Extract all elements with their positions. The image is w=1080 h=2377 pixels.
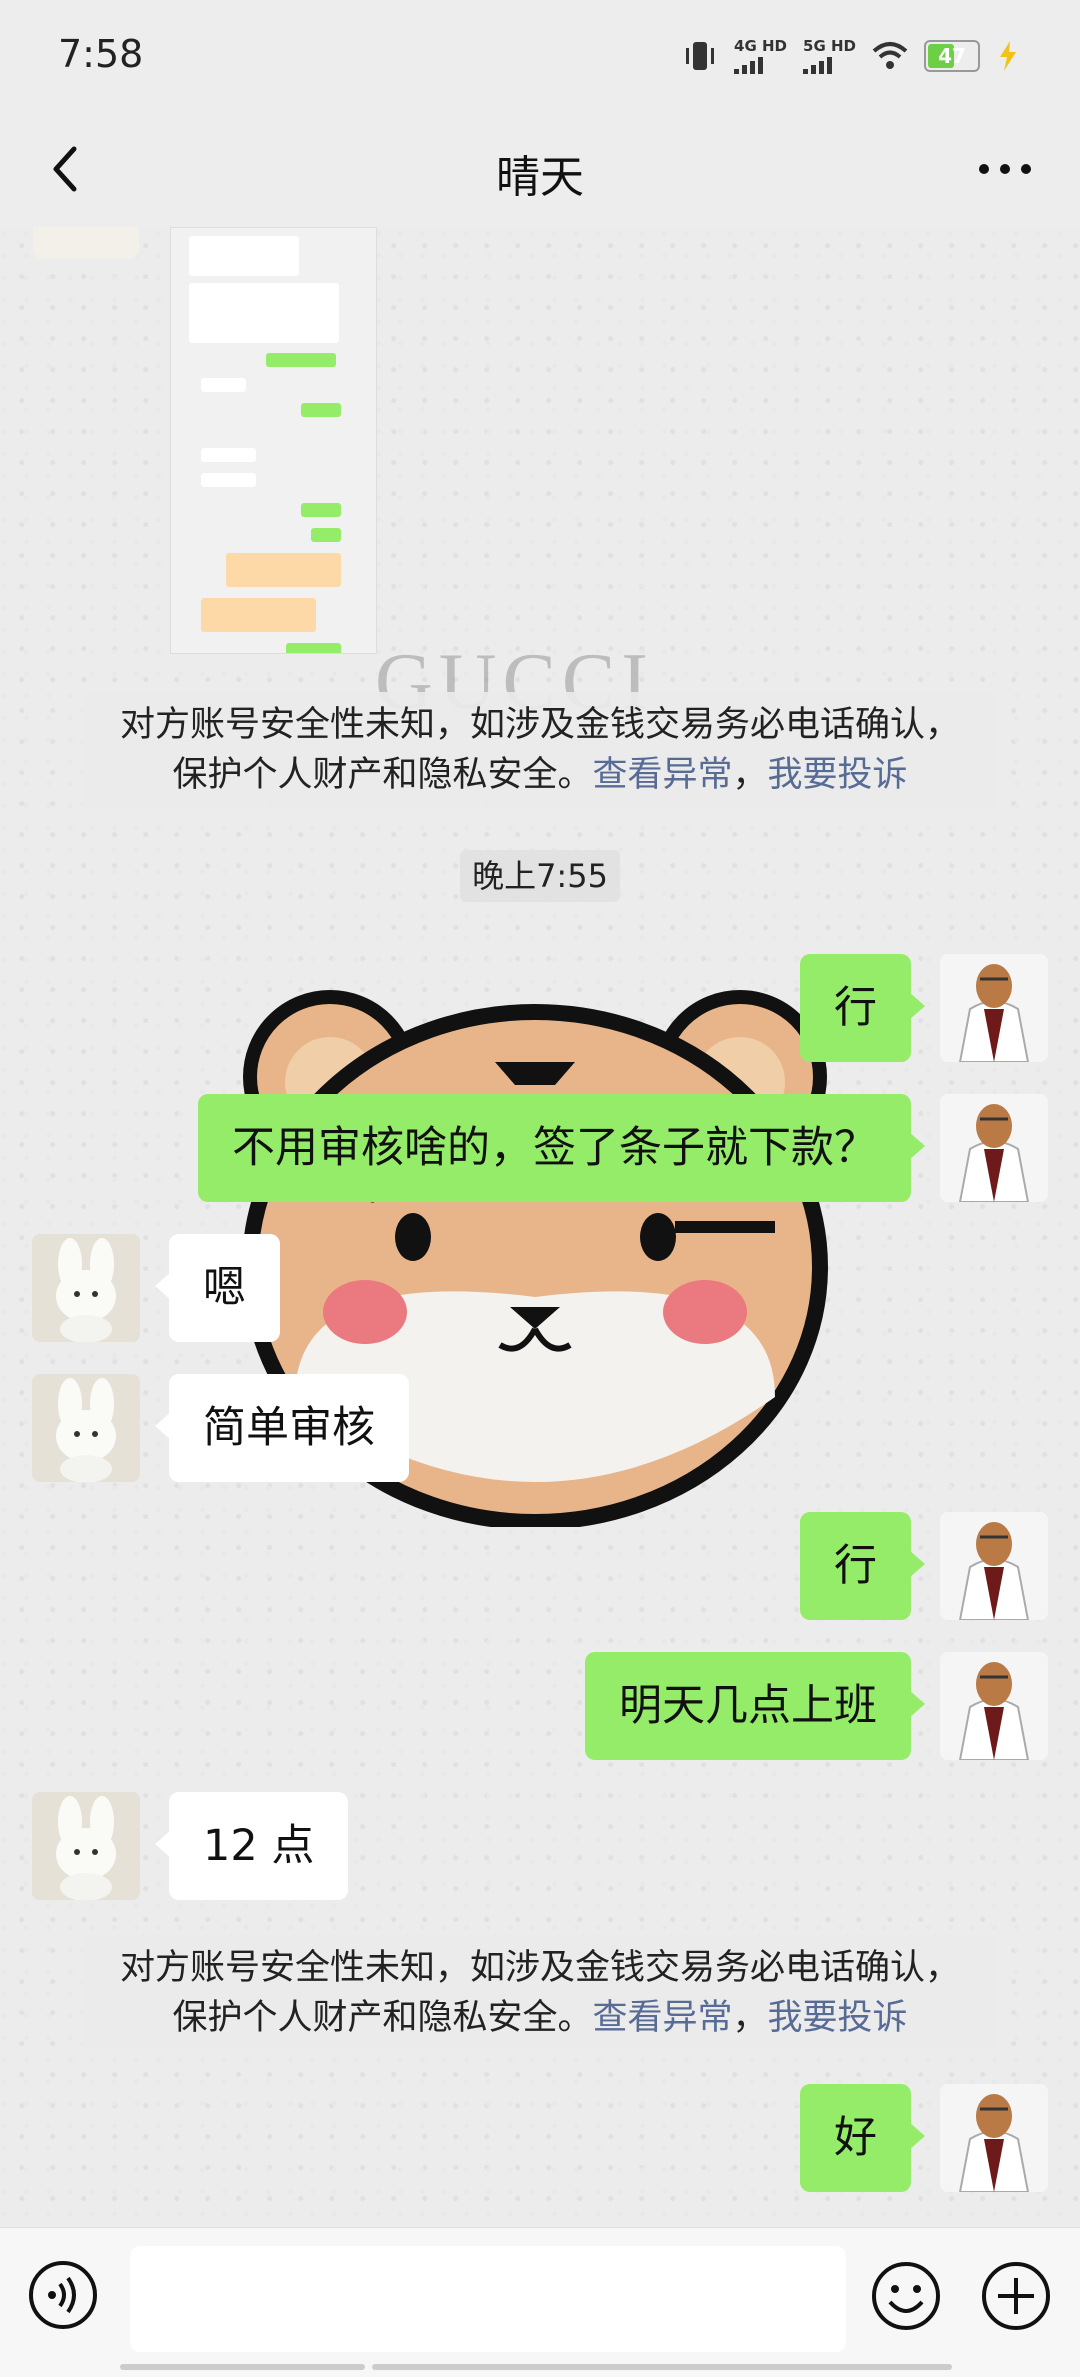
contact-avatar[interactable] [32, 1374, 140, 1482]
emoji-icon[interactable] [870, 2260, 942, 2332]
avatar-suit-icon [940, 1652, 1048, 1760]
message-input-bar [0, 2227, 1080, 2377]
status-bar: 7:58 4G HD 5G HD 47 [0, 0, 1080, 115]
more-options-icon[interactable] [970, 139, 1040, 199]
avatar-suit-icon [940, 954, 1048, 1062]
notice-line2: 保护个人财产和隐私安全。查看异常，我要投诉 [82, 750, 998, 800]
message-row: 嗯 [0, 1234, 1080, 1342]
status-icons: 4G HD 5G HD 47 [682, 34, 1020, 78]
message-row: 行 [0, 954, 1080, 1062]
message-bubble[interactable]: 行 [800, 954, 925, 1062]
message-row: 12 点 [0, 1792, 1080, 1900]
contact-avatar[interactable] [32, 1234, 140, 1342]
vibrate-icon [686, 42, 715, 70]
view-anomaly-link[interactable]: 查看异常 [592, 1998, 732, 2038]
notice-line1: 对方账号安全性未知，如涉及金钱交易务必电话确认， [119, 1948, 960, 1988]
avatar-bunny-icon [32, 1234, 140, 1342]
battery-icon: 47 [924, 40, 980, 72]
message-bubble[interactable]: 12 点 [154, 1792, 349, 1900]
shared-image[interactable] [170, 227, 377, 654]
wifi-icon [872, 42, 908, 69]
voice-input-icon[interactable] [28, 2260, 98, 2330]
message-timestamp: 晚上7:55 [460, 850, 620, 902]
notice-separator: ， [732, 1998, 768, 2038]
chat-header: 晴天 [0, 115, 1080, 227]
my-avatar[interactable] [940, 1512, 1048, 1620]
sim1-label: 4G HD [734, 37, 788, 55]
report-complaint-link[interactable]: 我要投诉 [768, 1998, 908, 2038]
signal-sim1: 4G HD [734, 38, 787, 74]
notice-separator: ， [732, 755, 768, 795]
notice-text2: 保护个人财产和隐私安全。 [172, 755, 593, 795]
report-complaint-link[interactable]: 我要投诉 [768, 755, 908, 795]
avatar-bunny-icon [32, 1792, 140, 1900]
home-indicator [120, 2364, 365, 2370]
contact-avatar[interactable] [32, 1792, 140, 1900]
status-time: 7:58 [58, 32, 144, 76]
signal-sim2: 5G HD [803, 38, 856, 74]
message-text-input[interactable] [130, 2246, 846, 2352]
message-row: 好 [0, 2084, 1080, 2192]
home-indicator [372, 2364, 952, 2370]
message-row: 明天几点上班 [0, 1652, 1080, 1760]
my-avatar[interactable] [940, 1094, 1048, 1202]
chat-area[interactable]: GUCCI 对方账号安全性未知，如涉及金钱交易务必电话确认， 保护个人财产和隐私… [0, 227, 1080, 2227]
avatar-bunny-icon [32, 1374, 140, 1482]
message-bubble[interactable]: 简单审核 [155, 1374, 409, 1482]
avatar-partial [33, 227, 139, 259]
view-anomaly-link[interactable]: 查看异常 [592, 755, 732, 795]
message-bubble[interactable]: 好 [800, 2084, 925, 2192]
message-row: 行 [0, 1512, 1080, 1620]
avatar-suit-icon [940, 2084, 1048, 2192]
my-avatar[interactable] [940, 1652, 1048, 1760]
security-notice: 对方账号安全性未知，如涉及金钱交易务必电话确认， 保护个人财产和隐私安全。查看异… [82, 692, 998, 808]
message-bubble[interactable]: 明天几点上班 [585, 1652, 925, 1760]
message-bubble[interactable]: 不用审核啥的，签了条子就下款？ [198, 1094, 925, 1202]
notice-line1: 对方账号安全性未知，如涉及金钱交易务必电话确认， [119, 705, 960, 745]
charging-icon [1000, 41, 1016, 71]
battery-level: 47 [938, 44, 966, 68]
notice-line2: 保护个人财产和隐私安全。查看异常，我要投诉 [82, 1993, 998, 2043]
message-row: 不用审核啥的，签了条子就下款？ [0, 1094, 1080, 1202]
message-row: 简单审核 [0, 1374, 1080, 1482]
my-avatar[interactable] [940, 954, 1048, 1062]
security-notice: 对方账号安全性未知，如涉及金钱交易务必电话确认， 保护个人财产和隐私安全。查看异… [82, 1935, 998, 2051]
avatar-suit-icon [940, 1094, 1048, 1202]
sim2-label: 5G HD [803, 37, 856, 55]
my-avatar[interactable] [940, 2084, 1048, 2192]
plus-icon[interactable] [980, 2260, 1052, 2332]
notice-text2: 保护个人财产和隐私安全。 [172, 1998, 593, 2038]
avatar-suit-icon [940, 1512, 1048, 1620]
message-bubble[interactable]: 嗯 [155, 1234, 280, 1342]
chat-title: 晴天 [496, 152, 584, 203]
message-bubble[interactable]: 行 [800, 1512, 925, 1620]
